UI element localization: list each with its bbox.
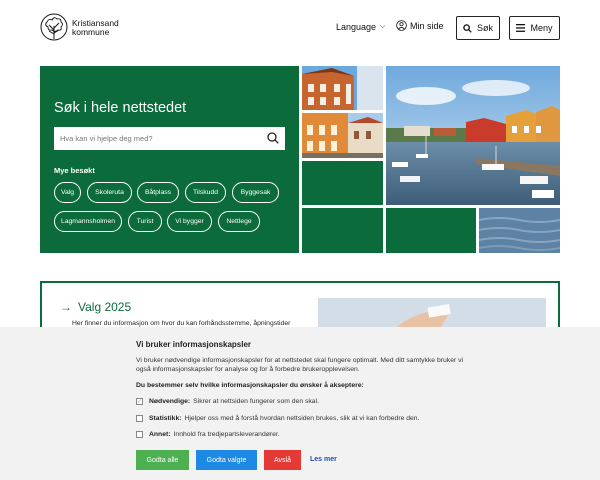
quicklink-tilskudd[interactable]: Tilskudd: [185, 182, 226, 203]
valg-title-text: Valg 2025: [78, 300, 132, 314]
read-more-link[interactable]: Les mer: [310, 456, 337, 463]
menu-button[interactable]: Meny: [509, 16, 560, 40]
search-icon[interactable]: [267, 132, 279, 144]
cookie-option-necessary: ✓ Nødvendige: Sikrer at nettsiden funger…: [136, 398, 319, 405]
site-search-input[interactable]: [54, 134, 259, 143]
quicklink-skoleruta[interactable]: Skoleruta: [87, 182, 132, 203]
photo-tile-harbour: [386, 66, 560, 205]
my-page-link[interactable]: Min side: [396, 20, 444, 31]
checkbox-statistics[interactable]: [136, 415, 143, 422]
cookie-option-other[interactable]: Annet: Innhold fra tredjepartsleverandør…: [136, 431, 280, 438]
accept-selected-button[interactable]: Godta valgte: [196, 450, 257, 470]
chevron-down-icon: ⌵: [380, 23, 386, 30]
checkbox-necessary: ✓: [136, 398, 143, 405]
search-button[interactable]: Søk: [456, 16, 500, 40]
cookie-title: Vi bruker informasjonskapsler: [136, 340, 252, 349]
quicklink-byggesak[interactable]: Byggesak: [232, 182, 279, 203]
popular-label: Mye besøkt: [54, 166, 95, 175]
photo-tile-water: [479, 208, 560, 253]
my-page-label: Min side: [410, 20, 444, 31]
quicklink-batplass[interactable]: Båtplass: [137, 182, 179, 203]
cookie-option-text: Sikrer at nettsiden fungerer som den ska…: [193, 398, 319, 405]
cookie-choose-label: Du bestemmer selv hvilke informasjonskap…: [136, 382, 364, 389]
logo[interactable]: Kristiansand kommune: [40, 12, 119, 44]
cookie-option-label: Annet:: [149, 431, 171, 438]
photo-tile-house: [302, 66, 383, 110]
tree-logo-icon: [40, 13, 68, 41]
valg-description: Her finner du informasjon om hvor du kan…: [72, 320, 291, 327]
green-tile-1: [302, 161, 383, 205]
logo-line2: kommune: [72, 27, 110, 37]
quicklink-nettlege[interactable]: Nettlege: [218, 211, 260, 232]
hero-search-box: [54, 127, 285, 150]
hamburger-icon: [516, 24, 526, 32]
cookie-option-text: Hjelper oss med å forstå hvordan nettsid…: [184, 415, 420, 422]
cookie-option-label: Statistikk:: [149, 415, 182, 422]
green-tile-3: [386, 208, 476, 253]
valg-title[interactable]: → Valg 2025: [60, 300, 131, 314]
hero-search-panel: Søk i hele nettstedet Mye besøkt Valg Sk…: [40, 66, 299, 253]
cookie-option-label: Nødvendige:: [149, 398, 191, 405]
user-icon: [396, 20, 407, 31]
menu-button-label: Meny: [530, 23, 553, 33]
cookie-description: Vi bruker nødvendige informasjonskapsler…: [136, 357, 464, 373]
quicklink-lagmannsholmen[interactable]: Lagmannsholmen: [54, 211, 122, 232]
checkbox-other[interactable]: [136, 431, 143, 438]
arrow-right-icon: →: [60, 300, 72, 314]
cookie-consent-banner: Vi bruker informasjonskapsler Vi bruker …: [0, 327, 600, 480]
search-button-label: Søk: [476, 23, 493, 33]
quicklink-vi-bygger[interactable]: Vi bygger: [167, 211, 212, 232]
site-header: Kristiansand kommune Language ⌵ Min side…: [0, 0, 600, 56]
photo-tile-street: [302, 113, 383, 158]
cookie-option-text: Innhold fra tredjepartsleverandører.: [173, 431, 280, 438]
cookie-option-statistics[interactable]: Statistikk: Hjelper oss med å forstå hvo…: [136, 415, 419, 422]
green-tile-2: [302, 208, 383, 253]
reject-button[interactable]: Avslå: [264, 450, 301, 470]
quicklink-valg[interactable]: Valg: [54, 182, 81, 203]
hero-title: Søk i hele nettstedet: [54, 100, 187, 116]
language-label: Language: [336, 22, 377, 32]
language-selector[interactable]: Language ⌵: [336, 22, 385, 32]
quicklink-turist[interactable]: Turist: [128, 211, 162, 232]
search-icon: [463, 23, 472, 33]
accept-all-button[interactable]: Godta alle: [136, 450, 189, 470]
